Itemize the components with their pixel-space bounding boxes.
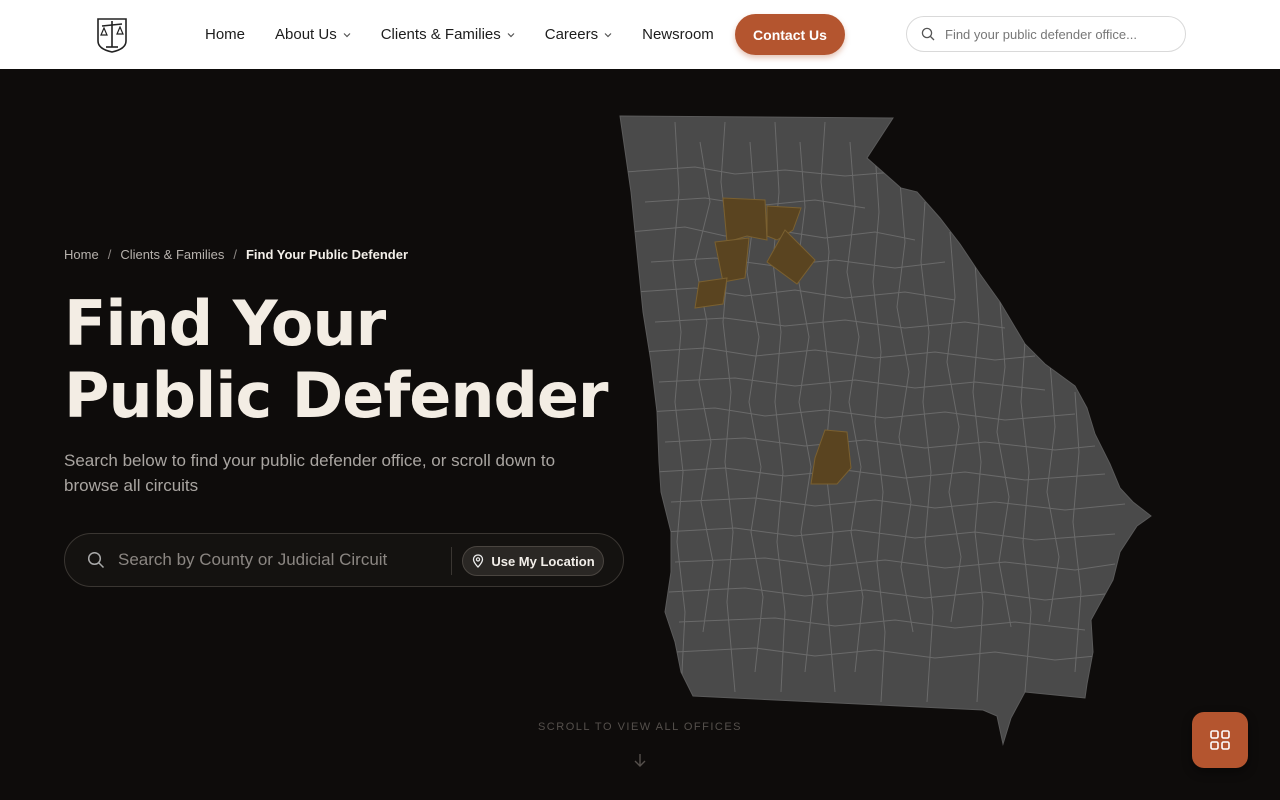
chevron-down-icon	[507, 32, 515, 37]
header-search-input[interactable]	[945, 26, 1165, 42]
chevron-down-icon	[343, 32, 351, 37]
page-title-line2: Public Defender	[64, 359, 608, 432]
grid-icon	[1210, 730, 1230, 750]
search-icon	[87, 551, 105, 569]
breadcrumb-home[interactable]: Home	[64, 247, 99, 262]
page-subtitle: Search below to find your public defende…	[64, 451, 556, 495]
county-search-input[interactable]	[118, 550, 438, 570]
arrow-down-icon[interactable]	[632, 752, 648, 768]
main-nav: Home About Us Clients & Families Careers…	[205, 0, 744, 69]
highlighted-county	[694, 277, 728, 309]
nav-about-us[interactable]: About Us	[275, 26, 351, 43]
breadcrumb-separator: /	[233, 247, 237, 262]
page-title: Find Your Public Defender	[64, 287, 608, 432]
georgia-county-map[interactable]	[615, 112, 1160, 752]
county-search-bar: Use My Location	[64, 533, 624, 587]
search-icon	[921, 27, 935, 41]
nav-clients-families-label: Clients & Families	[380, 26, 501, 43]
contact-us-button[interactable]: Contact Us	[735, 14, 845, 55]
nav-clients-families[interactable]: Clients & Families	[381, 26, 515, 43]
map-pin-icon	[473, 554, 484, 568]
use-my-location-label: Use My Location	[491, 553, 595, 569]
search-divider	[451, 547, 452, 575]
site-header: Home About Us Clients & Families Careers…	[0, 0, 1280, 69]
highlighted-county	[722, 197, 768, 243]
chevron-down-icon	[604, 32, 612, 37]
nav-careers-label: Careers	[544, 26, 599, 43]
nav-newsroom-label: Newsroom	[642, 26, 714, 43]
breadcrumb: Home / Clients & Families / Find Your Pu…	[64, 247, 408, 262]
nav-home[interactable]: Home	[205, 26, 245, 43]
grid-menu-button[interactable]	[1192, 712, 1248, 768]
nav-home-label: Home	[205, 26, 246, 43]
breadcrumb-section[interactable]: Clients & Families	[120, 247, 224, 262]
nav-careers[interactable]: Careers	[545, 26, 612, 43]
use-my-location-button[interactable]: Use My Location	[462, 546, 604, 576]
georgia-outline	[619, 115, 1152, 746]
scales-logo-icon[interactable]	[95, 15, 129, 53]
page-title-line1: Find Your	[64, 287, 386, 360]
breadcrumb-current: Find Your Public Defender	[245, 247, 409, 262]
header-search[interactable]	[906, 16, 1186, 52]
nav-about-us-label: About Us	[275, 26, 337, 43]
scroll-hint: SCROLL TO VIEW ALL OFFICES	[537, 721, 743, 733]
nav-newsroom[interactable]: Newsroom	[642, 26, 714, 43]
breadcrumb-separator: /	[107, 247, 112, 262]
